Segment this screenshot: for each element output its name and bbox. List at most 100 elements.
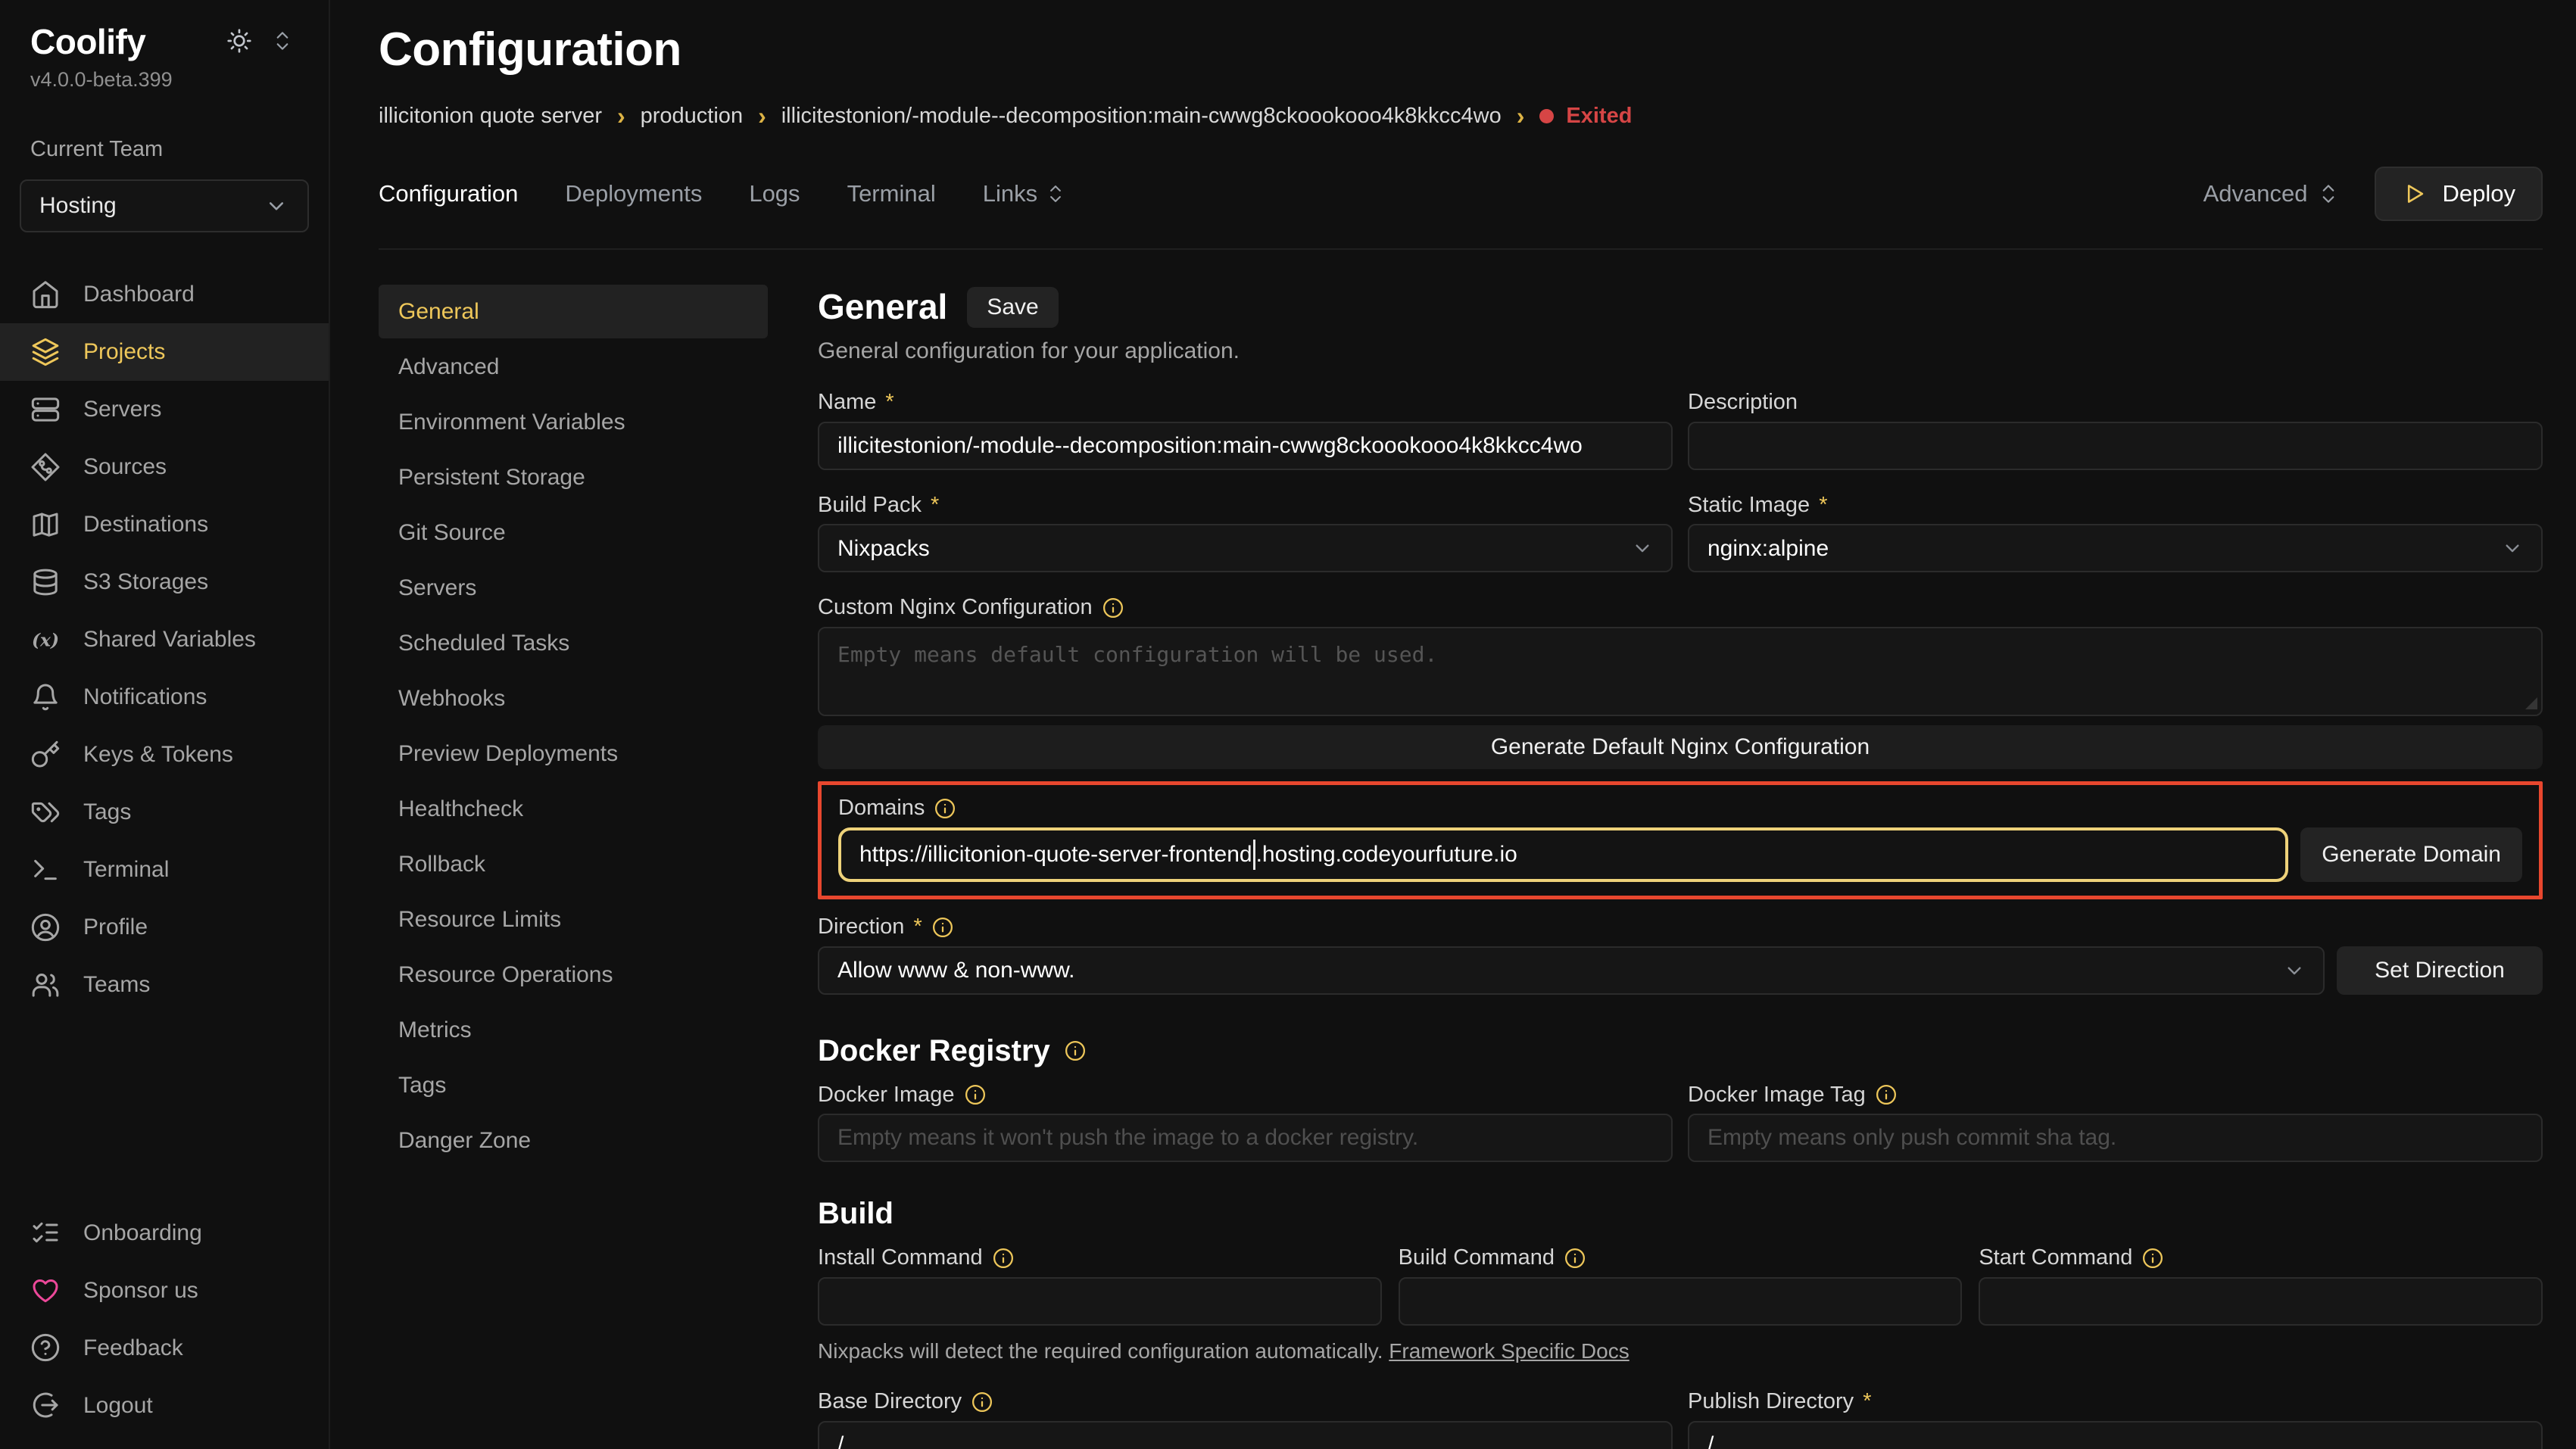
sidebar-item[interactable]: Terminal xyxy=(0,841,329,899)
tab[interactable]: Logs xyxy=(749,179,807,209)
subnav-item[interactable]: Resource Limits xyxy=(379,893,768,946)
info-icon[interactable] xyxy=(931,916,954,939)
subnav-item[interactable]: Environment Variables xyxy=(379,395,768,449)
sidebar-item-label: Profile xyxy=(83,912,148,942)
custom-nginx-textarea[interactable] xyxy=(818,627,2543,716)
sidebar-item-label: Sources xyxy=(83,452,167,481)
play-icon xyxy=(2402,181,2428,207)
docker-image-tag-input[interactable] xyxy=(1688,1114,2543,1162)
sidebar-item[interactable]: Teams xyxy=(0,956,329,1014)
info-icon[interactable] xyxy=(971,1391,993,1413)
tab[interactable]: Terminal xyxy=(847,179,943,209)
sidebar-footer-item[interactable]: Onboarding xyxy=(0,1204,329,1261)
direction-select[interactable]: Allow www & non-www. xyxy=(818,946,2325,995)
subnav-item[interactable]: Advanced xyxy=(379,340,768,394)
static-image-value: nginx:alpine xyxy=(1707,534,1829,563)
status-label: Exited xyxy=(1566,102,1632,131)
advanced-toggle[interactable]: Advanced xyxy=(2203,179,2340,209)
tab[interactable]: Deployments xyxy=(565,179,709,209)
build-pack-select[interactable]: Nixpacks xyxy=(818,524,1673,572)
general-form: General Save General configuration for y… xyxy=(818,285,2543,1449)
base-directory-input[interactable] xyxy=(818,1421,1673,1449)
info-icon[interactable] xyxy=(1064,1039,1087,1062)
info-icon[interactable] xyxy=(992,1247,1015,1270)
subnav-item[interactable]: Resource Operations xyxy=(379,948,768,1002)
domains-input[interactable]: https://illicitonion-quote-server-fronte… xyxy=(838,827,2288,882)
info-icon[interactable] xyxy=(2141,1247,2164,1270)
static-image-select[interactable]: nginx:alpine xyxy=(1688,524,2543,572)
install-command-input[interactable] xyxy=(818,1277,1382,1326)
sidebar-item[interactable]: S3 Storages xyxy=(0,553,329,611)
build-command-input[interactable] xyxy=(1399,1277,1963,1326)
info-icon[interactable] xyxy=(934,797,956,820)
docker-image-field: Docker Image xyxy=(818,1081,1673,1163)
generate-nginx-button[interactable]: Generate Default Nginx Configuration xyxy=(818,725,2543,769)
sidebar-item[interactable]: Servers xyxy=(0,381,329,438)
status-badge: Exited xyxy=(1539,102,1632,131)
sidebar-item[interactable]: Dashboard xyxy=(0,266,329,323)
subnav-item[interactable]: Danger Zone xyxy=(379,1114,768,1167)
name-input[interactable] xyxy=(818,422,1673,470)
chevrons-up-down-icon[interactable] xyxy=(271,30,294,52)
description-input[interactable] xyxy=(1688,422,2543,470)
subnav-item[interactable]: Scheduled Tasks xyxy=(379,616,768,670)
framework-docs-link[interactable]: Framework Specific Docs xyxy=(1389,1339,1629,1363)
sidebar-footer-item[interactable]: Feedback xyxy=(0,1319,329,1376)
breadcrumb-item[interactable]: illicitonion quote server xyxy=(379,102,602,131)
team-select[interactable]: Hosting xyxy=(20,179,309,232)
custom-nginx-label: Custom Nginx Configuration xyxy=(818,594,2543,622)
subnav-item[interactable]: Git Source xyxy=(379,506,768,559)
current-team-label: Current Team xyxy=(0,136,329,164)
breadcrumb-item[interactable]: illicitestonion/-module--decomposition:m… xyxy=(781,102,1502,131)
nixpacks-note: Nixpacks will detect the required config… xyxy=(818,1338,2543,1365)
sidebar-item[interactable]: Notifications xyxy=(0,668,329,726)
subnav-item[interactable]: Preview Deployments xyxy=(379,727,768,781)
info-icon[interactable] xyxy=(964,1083,987,1106)
tab-label: Links xyxy=(983,179,1037,209)
subnav-item[interactable]: Metrics xyxy=(379,1003,768,1057)
sidebar-item[interactable]: Destinations xyxy=(0,496,329,553)
docker-image-input[interactable] xyxy=(818,1114,1673,1162)
tab[interactable]: Links xyxy=(983,179,1066,209)
subnav-item[interactable]: Rollback xyxy=(379,837,768,891)
breadcrumb-separator: › xyxy=(617,104,625,128)
sidebar-footer-item[interactable]: Sponsor us xyxy=(0,1261,329,1319)
tab[interactable]: Configuration xyxy=(379,179,525,209)
users-icon xyxy=(30,970,61,1000)
save-button[interactable]: Save xyxy=(967,287,1058,328)
subnav-item[interactable]: General xyxy=(379,285,768,338)
info-icon[interactable] xyxy=(1875,1083,1898,1106)
sidebar-item[interactable]: Keys & Tokens xyxy=(0,726,329,784)
breadcrumb-separator: › xyxy=(758,104,766,128)
subnav-item[interactable]: Healthcheck xyxy=(379,782,768,836)
subnav-item[interactable]: Webhooks xyxy=(379,672,768,725)
chevron-down-icon xyxy=(264,193,289,219)
sidebar-item[interactable]: (x) Shared Variables xyxy=(0,611,329,668)
map-icon xyxy=(30,509,61,540)
subnav-item-label: Preview Deployments xyxy=(398,741,618,766)
bell-icon xyxy=(30,682,61,712)
docker-image-tag-field: Docker Image Tag xyxy=(1688,1081,2543,1163)
subnav-item[interactable]: Servers xyxy=(379,561,768,615)
sidebar-item-label: Teams xyxy=(83,970,150,999)
info-icon[interactable] xyxy=(1564,1247,1586,1270)
start-command-input[interactable] xyxy=(1979,1277,2543,1326)
sidebar-item[interactable]: Profile xyxy=(0,899,329,956)
sidebar-item[interactable]: Sources xyxy=(0,438,329,496)
theme-toggle-sun-icon[interactable] xyxy=(226,27,253,55)
sidebar-footer-item[interactable]: Logout xyxy=(0,1376,329,1434)
subnav-item[interactable]: Persistent Storage xyxy=(379,450,768,504)
sidebar-item[interactable]: Tags xyxy=(0,784,329,841)
generate-domain-button[interactable]: Generate Domain xyxy=(2300,827,2522,882)
subnav-item-label: Environment Variables xyxy=(398,410,625,435)
deploy-button[interactable]: Deploy xyxy=(2375,167,2543,221)
docker-registry-title: Docker Registry xyxy=(818,1031,1050,1070)
subnav-item[interactable]: Tags xyxy=(379,1058,768,1112)
set-direction-button[interactable]: Set Direction xyxy=(2337,946,2543,995)
info-icon[interactable] xyxy=(1102,597,1124,619)
main-content: Configuration illicitonion quote server … xyxy=(330,0,2576,1449)
build-pack-value: Nixpacks xyxy=(837,534,930,563)
sidebar-item[interactable]: Projects xyxy=(0,323,329,381)
publish-directory-input[interactable] xyxy=(1688,1421,2543,1449)
breadcrumb-item[interactable]: production xyxy=(641,102,743,131)
